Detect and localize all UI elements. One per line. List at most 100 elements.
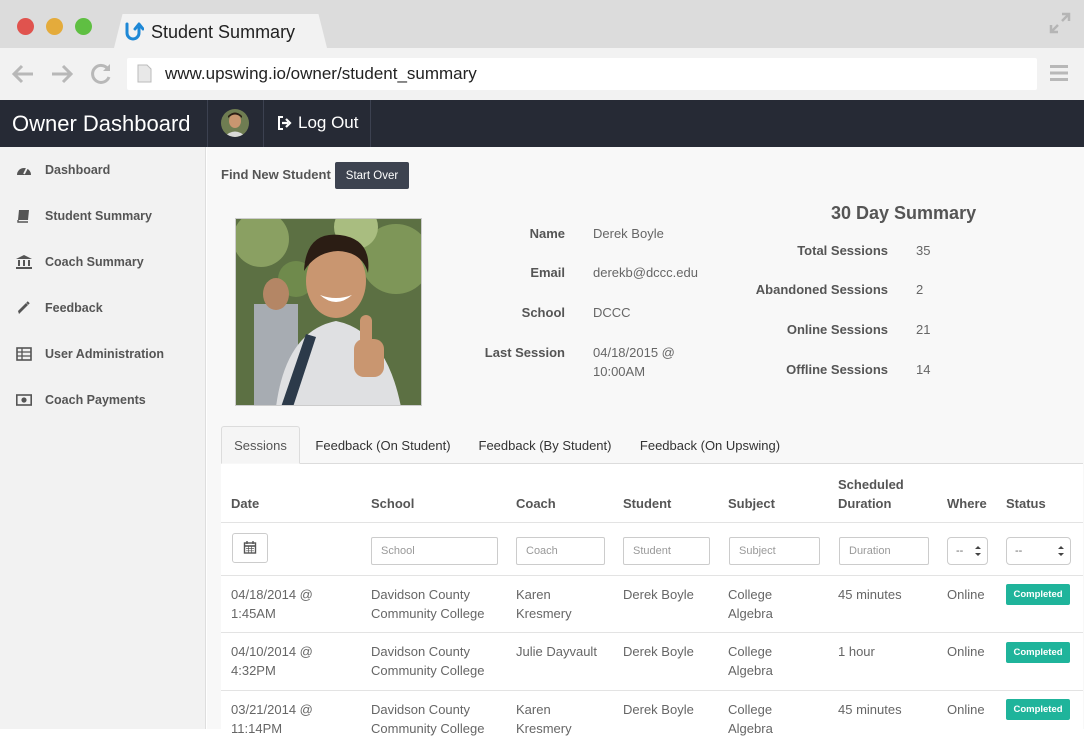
column-header-coach[interactable]: Coach (516, 494, 556, 513)
column-header-date[interactable]: Date (231, 494, 259, 513)
table-divider (221, 575, 1083, 576)
session-school: Davidson County (371, 702, 470, 717)
where-filter-select[interactable]: -- (947, 537, 988, 565)
hamburger-menu-icon[interactable] (1049, 64, 1069, 82)
sidebar-item-coach-payments[interactable]: Coach Payments (0, 377, 206, 423)
start-over-button[interactable]: Start Over (335, 162, 409, 189)
sidebar-item-dashboard[interactable]: Dashboard (0, 147, 206, 193)
upswing-logo-icon (125, 22, 144, 41)
fullscreen-icon[interactable] (1049, 12, 1071, 34)
coach-filter-input[interactable]: Coach (516, 537, 605, 565)
session-school: Community College (371, 663, 485, 678)
logout-button[interactable]: Log Out (277, 113, 359, 133)
sidebar-item-label: Coach Summary (45, 255, 144, 269)
session-school: Davidson County (371, 644, 470, 659)
sidebar-item-user-administration[interactable]: User Administration (0, 331, 206, 377)
find-new-student-label: Find New Student (221, 167, 331, 182)
tab-feedback-on-upswing[interactable]: Feedback (On Upswing) (628, 426, 792, 464)
table-divider (221, 632, 1083, 633)
sidebar-item-coach-summary[interactable]: Coach Summary (0, 239, 206, 285)
session-date: 04/18/2014 @ (231, 587, 313, 602)
subject-filter-input[interactable]: Subject (729, 537, 820, 565)
reload-icon[interactable] (89, 63, 113, 85)
session-duration: 45 minutes (838, 587, 902, 602)
sidebar-item-label: Feedback (45, 301, 103, 315)
forward-arrow-icon[interactable] (50, 63, 74, 85)
tab-feedback-on-student[interactable]: Feedback (On Student) (304, 426, 462, 464)
session-subject: College (728, 644, 773, 659)
pencil-icon (18, 301, 30, 314)
date-filter-button[interactable] (232, 533, 268, 563)
last-session-date: 04/18/2015 @ (593, 345, 675, 360)
session-student: Derek Boyle (623, 587, 694, 602)
sidebar-item-student-summary[interactable]: Student Summary (0, 193, 206, 239)
tab-feedback-by-student[interactable]: Feedback (By Student) (468, 426, 622, 464)
session-student: Derek Boyle (623, 702, 694, 717)
tab-sessions[interactable]: Sessions (221, 426, 300, 464)
last-session-time: 10:00AM (593, 364, 646, 379)
window-maximize-button[interactable] (75, 18, 92, 35)
column-header-duration-line2[interactable]: Duration (838, 494, 891, 513)
session-subject: Algebra (728, 606, 773, 621)
summary-label: Offline Sessions (786, 362, 888, 377)
session-coach: Kresmery (516, 606, 572, 621)
session-where: Online (947, 644, 985, 659)
header-divider (370, 100, 371, 147)
back-arrow-icon[interactable] (11, 63, 35, 85)
page-icon (137, 64, 152, 83)
session-where: Online (947, 702, 985, 717)
school-filter-input[interactable]: School (371, 537, 498, 565)
school-label: School (521, 305, 565, 320)
session-duration: 1 hour (838, 644, 875, 659)
window-close-button[interactable] (17, 18, 34, 35)
money-icon (16, 394, 32, 406)
column-header-status[interactable]: Status (1006, 494, 1046, 513)
summary-value: 21 (916, 322, 931, 337)
summary-value: 14 (916, 362, 931, 377)
column-header-where[interactable]: Where (947, 494, 987, 513)
session-subject: College (728, 587, 773, 602)
session-coach: Karen (516, 587, 551, 602)
column-header-student[interactable]: Student (623, 494, 671, 513)
sidebar-item-feedback[interactable]: Feedback (0, 285, 206, 331)
student-photo (235, 218, 422, 406)
brand-title[interactable]: Owner Dashboard (12, 111, 191, 137)
column-header-subject[interactable]: Subject (728, 494, 775, 513)
summary-value: 35 (916, 243, 931, 258)
session-date: 03/21/2014 @ (231, 702, 313, 717)
duration-filter-input[interactable]: Duration (839, 537, 929, 565)
summary-value: 2 (916, 282, 924, 297)
table-icon (16, 347, 32, 361)
header-divider (263, 100, 264, 147)
session-school: Community College (371, 606, 485, 621)
session-date: 04/10/2014 @ (231, 644, 313, 659)
session-subject: College (728, 702, 773, 717)
column-header-school[interactable]: School (371, 494, 414, 513)
status-filter-select[interactable]: -- (1006, 537, 1071, 565)
column-header-duration-line1[interactable]: Scheduled (838, 475, 904, 494)
sign-out-icon (278, 116, 292, 130)
session-subject: Algebra (728, 663, 773, 678)
select-arrows-icon (1058, 546, 1064, 556)
summary-title: 30 Day Summary (831, 203, 977, 223)
session-time: 4:32PM (231, 663, 276, 678)
session-coach: Karen (516, 702, 551, 717)
session-time: 1:45AM (231, 606, 276, 621)
session-duration: 45 minutes (838, 702, 902, 717)
header-divider (207, 100, 208, 147)
session-student: Derek Boyle (623, 644, 694, 659)
status-filter-value: -- (1015, 545, 1023, 557)
user-avatar[interactable] (221, 109, 249, 137)
window-minimize-button[interactable] (46, 18, 63, 35)
dashboard-icon (17, 167, 31, 175)
where-filter-value: -- (956, 545, 964, 557)
summary-label: Online Sessions (786, 322, 888, 337)
select-arrows-icon (975, 546, 981, 556)
status-badge: Completed (1006, 642, 1070, 663)
browser-tab-title: Student Summary (151, 22, 296, 42)
student-name: Derek Boyle (593, 226, 664, 241)
sidebar-item-label: Student Summary (45, 209, 152, 223)
url-text: www.upswing.io/owner/student_summary (165, 64, 477, 83)
book-icon (17, 210, 29, 223)
student-filter-input[interactable]: Student (623, 537, 710, 565)
